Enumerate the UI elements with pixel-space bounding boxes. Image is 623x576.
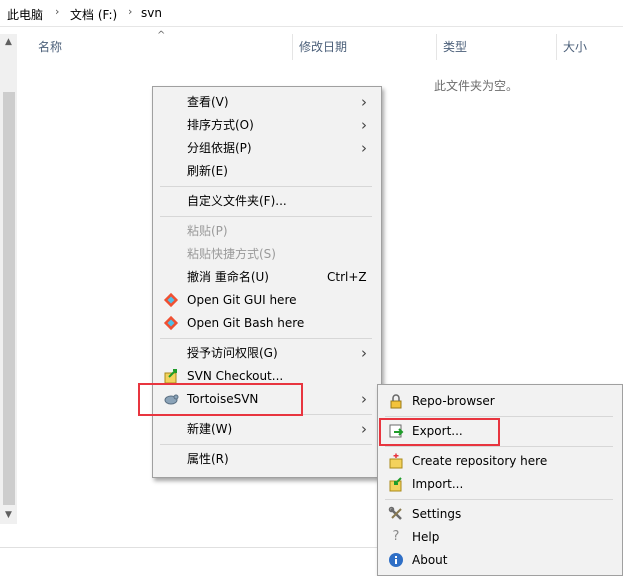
scroll-up-arrow-icon[interactable]: ▲ [0, 34, 17, 51]
menu-item-label: 粘贴快捷方式(S) [187, 247, 276, 261]
menu-item-refresh[interactable]: 刷新(E) [153, 160, 381, 182]
submenu-item-about[interactable]: About [378, 549, 622, 571]
chevron-right-icon: › [361, 93, 367, 111]
column-header-name[interactable]: 名称 [38, 38, 62, 55]
menu-item-give-access[interactable]: 授予访问权限(G) › [153, 342, 381, 364]
scroll-down-arrow-icon[interactable]: ▼ [0, 507, 17, 524]
import-icon [389, 477, 402, 492]
submenu-item-help[interactable]: ? Help [378, 526, 622, 548]
menu-separator [160, 338, 372, 339]
column-divider[interactable] [436, 34, 437, 60]
submenu-item-settings[interactable]: Settings [378, 503, 622, 525]
menu-item-properties[interactable]: 属性(R) [153, 448, 381, 470]
menu-separator [385, 499, 613, 500]
info-icon [389, 553, 403, 567]
menu-item-git-gui[interactable]: Open Git GUI here [153, 289, 381, 311]
repo-browser-icon [390, 394, 402, 409]
submenu-item-import[interactable]: Import... [378, 473, 622, 495]
menu-item-label: 分组依据(P) [187, 141, 252, 155]
highlight-tortoisesvn [138, 383, 303, 416]
column-divider[interactable] [556, 34, 557, 60]
empty-folder-message: 此文件夹为空。 [434, 79, 519, 93]
context-menu: 查看(V) › 排序方式(O) › 分组依据(P) › 刷新(E) 自定义文件夹… [152, 86, 382, 478]
breadcrumb-separator-icon: › [128, 5, 133, 18]
settings-tools-icon [388, 506, 402, 520]
help-icon: ? [392, 529, 400, 544]
chevron-right-icon: › [361, 344, 367, 362]
chevron-right-icon: › [361, 116, 367, 134]
menu-item-label: Create repository here [412, 454, 548, 468]
menu-item-undo-rename[interactable]: 撤消 重命名(U) Ctrl+Z [153, 266, 381, 288]
tortoisesvn-submenu: Repo-browser Export... Create repository… [377, 384, 623, 576]
svn-checkout-icon [164, 369, 177, 384]
highlight-export [379, 418, 500, 446]
menu-item-paste: 粘贴(P) [153, 220, 381, 242]
menu-item-group[interactable]: 分组依据(P) › [153, 137, 381, 159]
menu-separator [385, 446, 613, 447]
menu-separator [160, 444, 372, 445]
column-header-type[interactable]: 类型 [443, 38, 467, 55]
address-bar[interactable]: 此电脑 › 文档 (F:) › svn [0, 0, 623, 27]
chevron-right-icon: › [361, 390, 367, 408]
submenu-item-repo-browser[interactable]: Repo-browser [378, 390, 622, 412]
menu-item-customize-folder[interactable]: 自定义文件夹(F)... [153, 190, 381, 212]
breadcrumb-separator-icon: › [55, 5, 60, 18]
menu-item-label: 自定义文件夹(F)... [187, 194, 287, 208]
menu-item-label: Repo-browser [412, 394, 495, 408]
column-header-modified[interactable]: 修改日期 [299, 38, 347, 55]
column-divider[interactable] [292, 34, 293, 60]
menu-item-new[interactable]: 新建(W) › [153, 418, 381, 440]
menu-item-label: Open Git Bash here [187, 316, 305, 330]
breadcrumb-drive[interactable]: 文档 (F:) [70, 6, 117, 23]
chevron-right-icon: › [361, 139, 367, 157]
menu-item-label: Import... [412, 477, 464, 491]
menu-item-label: 刷新(E) [187, 164, 228, 178]
menu-item-label: 查看(V) [187, 95, 229, 109]
menu-item-label: 授予访问权限(G) [187, 346, 278, 360]
git-icon [163, 292, 179, 308]
scrollbar-thumb[interactable] [3, 92, 15, 505]
menu-item-label: 粘贴(P) [187, 224, 228, 238]
menu-item-view[interactable]: 查看(V) › [153, 91, 381, 113]
menu-item-label: 新建(W) [187, 422, 233, 436]
menu-item-sort[interactable]: 排序方式(O) › [153, 114, 381, 136]
breadcrumb-this-pc[interactable]: 此电脑 [7, 6, 43, 23]
column-header-size[interactable]: 大小 [563, 38, 587, 55]
menu-item-label: Settings [412, 507, 462, 521]
menu-separator [160, 186, 372, 187]
menu-separator [385, 416, 613, 417]
menu-item-label: Open Git GUI here [187, 293, 297, 307]
menu-item-label: Help [412, 530, 440, 544]
menu-separator [160, 216, 372, 217]
menu-item-paste-shortcut: 粘贴快捷方式(S) [153, 243, 381, 265]
git-icon [163, 315, 179, 331]
menu-item-label: 排序方式(O) [187, 118, 254, 132]
submenu-item-create-repository[interactable]: Create repository here [378, 450, 622, 472]
menu-item-label: About [412, 553, 448, 567]
menu-item-git-bash[interactable]: Open Git Bash here [153, 312, 381, 334]
menu-item-label: 撤消 重命名(U) [187, 270, 269, 284]
chevron-right-icon: › [361, 420, 367, 438]
sort-ascending-icon: ^ [157, 30, 166, 41]
create-repository-icon [389, 453, 403, 469]
menu-item-shortcut: Ctrl+Z [327, 270, 367, 284]
menu-item-label: 属性(R) [187, 452, 229, 466]
breadcrumb-folder[interactable]: svn [141, 6, 162, 20]
